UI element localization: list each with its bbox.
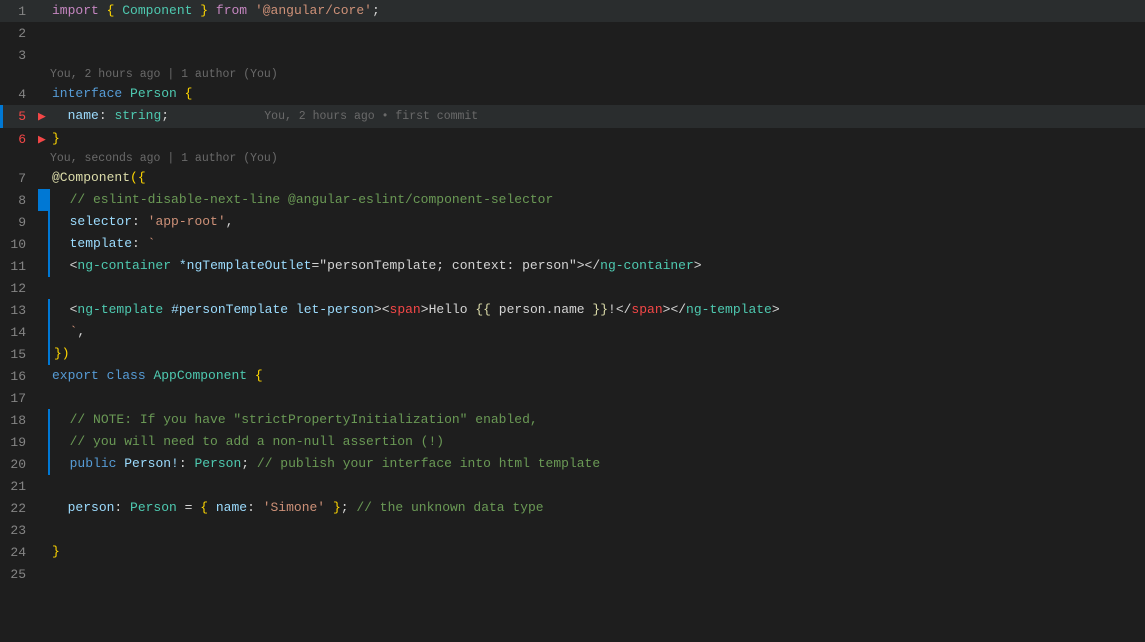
code-line-22[interactable]: 22 person: Person = { name: 'Simone' }; … <box>0 497 1145 519</box>
line-number-1: 1 <box>0 4 38 19</box>
code-content-18: // NOTE: If you have "strictPropertyInit… <box>48 409 1145 431</box>
code-content-15: }) <box>48 343 1145 365</box>
code-line-13[interactable]: 13 <ng-template #personTemplate let-pers… <box>0 299 1145 321</box>
code-line-12[interactable]: 12 <box>0 277 1145 299</box>
code-content-22: person: Person = { name: 'Simone' }; // … <box>48 497 1145 519</box>
code-content-14: `, <box>48 321 1145 343</box>
git-indicator-8 <box>38 189 48 211</box>
code-line-24[interactable]: 24 } <box>0 541 1145 563</box>
line-number-19: 19 <box>0 435 38 450</box>
line-number-9: 9 <box>0 215 38 230</box>
code-line-21[interactable]: 21 <box>0 475 1145 497</box>
code-line-15[interactable]: 15 }) <box>0 343 1145 365</box>
code-line-4[interactable]: 4 interface Person { <box>0 83 1145 105</box>
git-blame-7: You, seconds ago | 1 author (You) <box>0 150 1145 167</box>
code-line-19[interactable]: 19 // you will need to add a non-null as… <box>0 431 1145 453</box>
code-content-24: } <box>48 541 1145 563</box>
code-content-8: // eslint-disable-next-line @angular-esl… <box>48 189 1145 211</box>
code-line-6[interactable]: 6 ▶ } <box>0 128 1145 150</box>
code-line-5[interactable]: 5 ▶ name: string; You, 2 hours ago • fir… <box>0 105 1145 128</box>
line-number-5: 5 <box>0 109 38 124</box>
code-line-25[interactable]: 25 <box>0 563 1145 585</box>
line-number-15: 15 <box>0 347 38 362</box>
line-number-2: 2 <box>0 26 38 41</box>
line-number-24: 24 <box>0 545 38 560</box>
code-content-7: @Component({ <box>48 167 1145 189</box>
line-number-21: 21 <box>0 479 38 494</box>
line-number-25: 25 <box>0 567 38 582</box>
code-line-23[interactable]: 23 <box>0 519 1145 541</box>
code-content-10: template: ` <box>48 233 1145 255</box>
line-number-20: 20 <box>0 457 38 472</box>
line-number-17: 17 <box>0 391 38 406</box>
line-number-16: 16 <box>0 369 38 384</box>
line-number-22: 22 <box>0 501 38 516</box>
code-line-1[interactable]: 1 import { Component } from '@angular/co… <box>0 0 1145 22</box>
line-number-13: 13 <box>0 303 38 318</box>
code-line-18[interactable]: 18 // NOTE: If you have "strictPropertyI… <box>0 409 1145 431</box>
line-number-6: 6 <box>0 132 38 147</box>
code-line-8[interactable]: 8 // eslint-disable-next-line @angular-e… <box>0 189 1145 211</box>
line-number-12: 12 <box>0 281 38 296</box>
line-number-7: 7 <box>0 171 38 186</box>
code-content-6: } <box>48 128 1145 150</box>
code-area: 1 import { Component } from '@angular/co… <box>0 0 1145 642</box>
code-line-10[interactable]: 10 template: ` <box>0 233 1145 255</box>
code-line-20[interactable]: 20 public Person!: Person; // publish yo… <box>0 453 1145 475</box>
line-number-11: 11 <box>0 259 38 274</box>
git-blame-4: You, 2 hours ago | 1 author (You) <box>0 66 1145 83</box>
line-number-23: 23 <box>0 523 38 538</box>
code-content-5: name: string; You, 2 hours ago • first c… <box>48 105 1145 128</box>
code-content-9: selector: 'app-root', <box>48 211 1145 233</box>
line-number-14: 14 <box>0 325 38 340</box>
line-number-10: 10 <box>0 237 38 252</box>
code-content-11: <ng-container *ngTemplateOutlet="personT… <box>48 255 1145 277</box>
code-content-13: <ng-template #personTemplate let-person>… <box>48 299 1145 321</box>
code-editor: 1 import { Component } from '@angular/co… <box>0 0 1145 642</box>
code-content-4: interface Person { <box>48 83 1145 105</box>
code-content-19: // you will need to add a non-null asser… <box>48 431 1145 453</box>
line-number-4: 4 <box>0 87 38 102</box>
code-line-14[interactable]: 14 `, <box>0 321 1145 343</box>
code-line-11[interactable]: 11 <ng-container *ngTemplateOutlet="pers… <box>0 255 1145 277</box>
line-number-18: 18 <box>0 413 38 428</box>
code-line-2[interactable]: 2 <box>0 22 1145 44</box>
code-line-16[interactable]: 16 export class AppComponent { <box>0 365 1145 387</box>
code-line-9[interactable]: 9 selector: 'app-root', <box>0 211 1145 233</box>
line-bar-5 <box>0 105 3 128</box>
code-content-16: export class AppComponent { <box>48 365 1145 387</box>
code-content-20: public Person!: Person; // publish your … <box>48 453 1145 475</box>
line-number-8: 8 <box>0 193 38 208</box>
git-indicator-6: ▶ <box>38 132 48 147</box>
line-number-3: 3 <box>0 48 38 63</box>
code-content-1: import { Component } from '@angular/core… <box>48 0 1145 22</box>
git-indicator-5: ▶ <box>38 109 48 124</box>
code-line-3[interactable]: 3 <box>0 44 1145 66</box>
code-line-17[interactable]: 17 <box>0 387 1145 409</box>
code-line-7[interactable]: 7 @Component({ <box>0 167 1145 189</box>
